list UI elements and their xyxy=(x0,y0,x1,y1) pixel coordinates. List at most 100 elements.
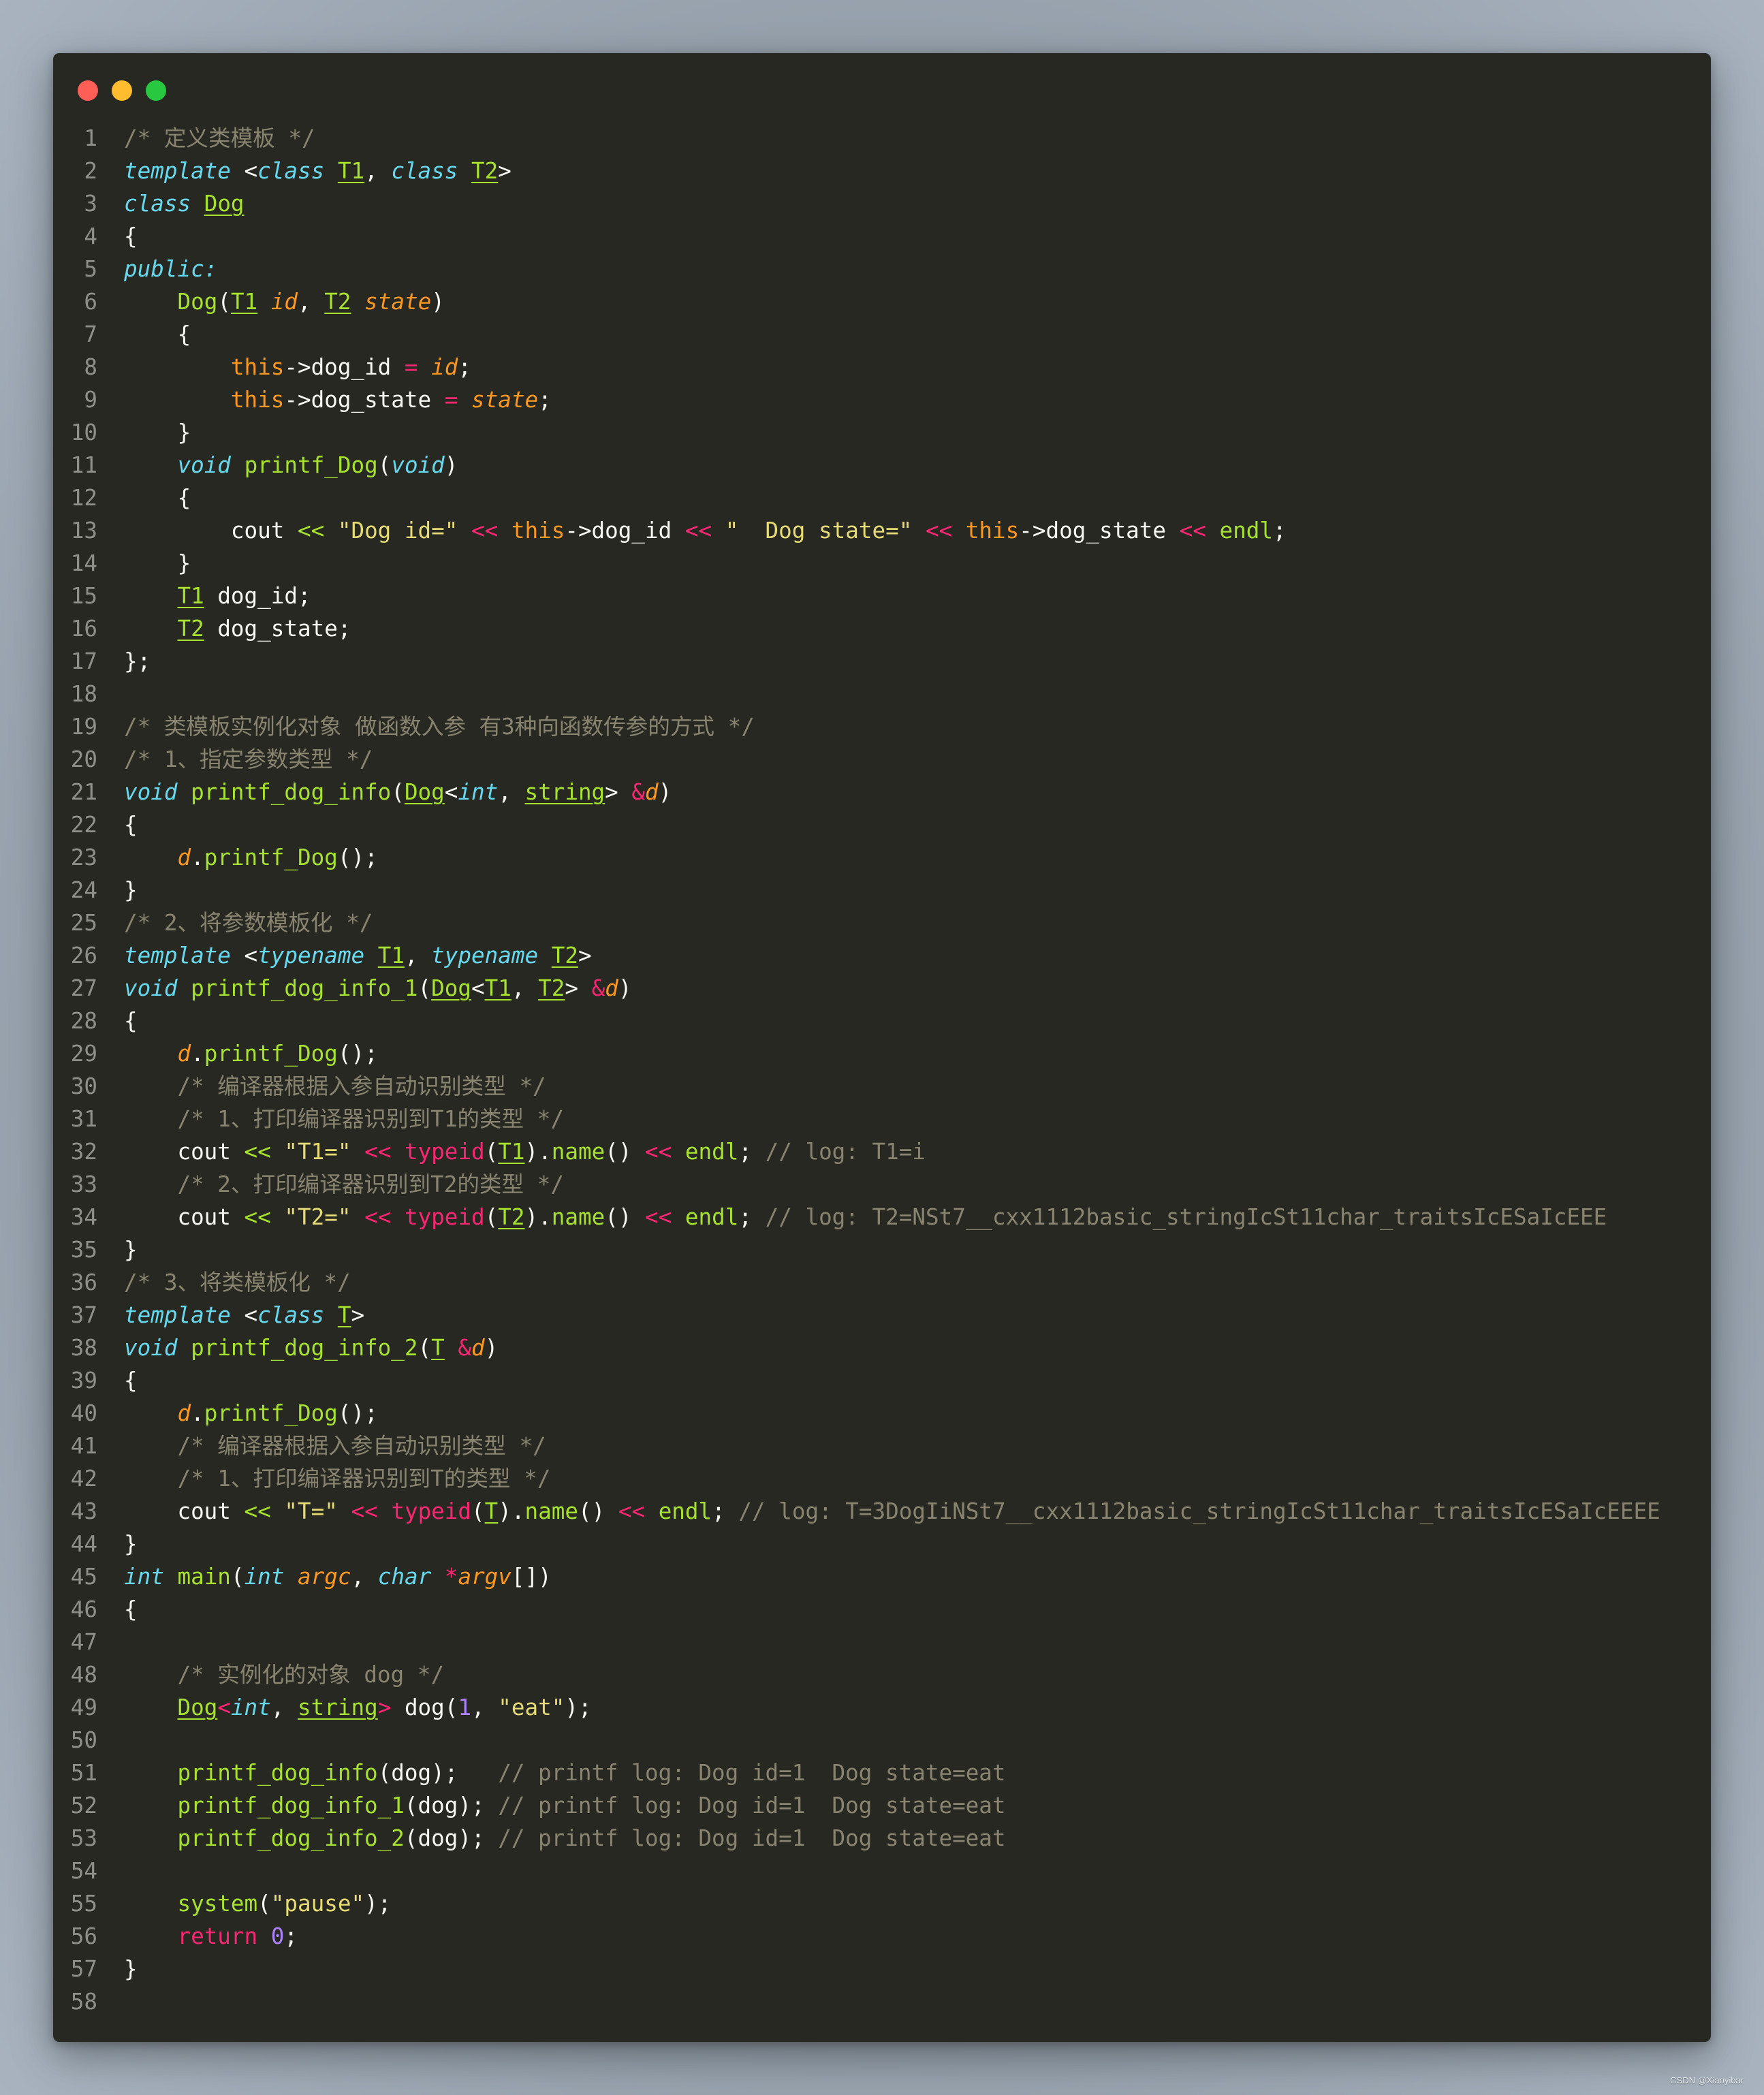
code-token: T2 xyxy=(324,289,351,315)
line-source: { xyxy=(124,1593,138,1626)
line-number: 21 xyxy=(70,779,97,805)
code-token: template xyxy=(124,158,231,184)
code-line: 3 class Dog xyxy=(53,187,1711,220)
code-token: (dog); xyxy=(404,1793,499,1818)
code-line: 32 cout << "T1=" << typeid(T1).name() <<… xyxy=(53,1135,1711,1168)
line-number: 32 xyxy=(70,1139,97,1165)
line-source: /* 2、打印编译器识别到T2的类型 */ xyxy=(124,1168,563,1201)
line-number: 12 xyxy=(70,485,97,511)
code-token: int xyxy=(230,1695,271,1720)
code-token: name xyxy=(551,1139,605,1165)
code-token: printf_Dog xyxy=(204,1041,338,1067)
code-token: ). xyxy=(524,1139,552,1165)
code-line: 22 { xyxy=(53,808,1711,841)
code-token: , xyxy=(351,1564,378,1590)
code-token: printf_Dog xyxy=(204,845,338,870)
code-token: class xyxy=(391,158,458,184)
line-number: 29 xyxy=(70,1041,97,1067)
line-number: 41 xyxy=(70,1433,97,1459)
code-token: printf_dog_info xyxy=(191,779,392,805)
line-number: 50 xyxy=(70,1727,97,1753)
line-number: 9 xyxy=(84,387,97,413)
code-token: T2 xyxy=(498,1204,525,1230)
code-token: /* 实例化的对象 dog */ xyxy=(177,1662,445,1688)
code-token: Dog xyxy=(177,289,218,315)
code-line: 33 /* 2、打印编译器识别到T2的类型 */ xyxy=(53,1168,1711,1201)
code-token: d xyxy=(605,975,618,1001)
code-line: 39 { xyxy=(53,1364,1711,1397)
code-token: "Dog id=" xyxy=(337,518,458,544)
code-token: // log: T=3DogIiNSt7__cxx1112basic_strin… xyxy=(738,1498,1660,1524)
line-source: } xyxy=(124,1233,138,1266)
code-token: class xyxy=(257,1302,325,1328)
code-line: 21 void printf_dog_info(Dog<int, string> … xyxy=(53,776,1711,808)
maximize-button[interactable] xyxy=(146,80,166,101)
line-number: 30 xyxy=(70,1073,97,1099)
minimize-button[interactable] xyxy=(112,80,132,101)
line-source: /* 2、将参数模板化 */ xyxy=(124,907,373,939)
code-line: 55 system("pause"); xyxy=(53,1887,1711,1920)
code-token: int xyxy=(458,779,499,805)
code-token: ; xyxy=(712,1498,739,1524)
code-token: dog( xyxy=(391,1695,458,1720)
code-token: << xyxy=(244,1139,271,1165)
code-token: { xyxy=(124,321,191,347)
line-number: 22 xyxy=(70,812,97,838)
line-source: /* 1、打印编译器识别到T的类型 */ xyxy=(124,1462,550,1495)
code-token: class xyxy=(257,158,325,184)
code-token: < xyxy=(230,158,258,184)
line-number: 25 xyxy=(70,910,97,936)
code-token: << xyxy=(351,1498,378,1524)
line-number: 55 xyxy=(70,1891,97,1917)
code-token: name xyxy=(524,1498,578,1524)
code-token: state xyxy=(364,289,432,315)
code-token: , xyxy=(404,943,432,968)
line-source: d.printf_Dog(); xyxy=(124,1037,377,1070)
code-line: 47 xyxy=(53,1626,1711,1658)
line-number: 10 xyxy=(70,420,97,445)
code-token: /* 编译器根据入参自动识别类型 */ xyxy=(177,1073,546,1099)
window-controls xyxy=(78,80,166,101)
code-line: 18 xyxy=(53,678,1711,710)
code-token: string xyxy=(524,779,605,805)
code-line: 20 /* 1、指定参数类型 */ xyxy=(53,743,1711,776)
code-token: d xyxy=(471,1335,485,1361)
code-token: void xyxy=(124,779,178,805)
code-line: 35} xyxy=(53,1233,1711,1266)
code-line: 6 Dog(T1 id, T2 state) xyxy=(53,285,1711,318)
code-token: void xyxy=(177,452,231,478)
line-source: int main(int argc, char *argv[]) xyxy=(124,1560,552,1593)
line-number: 13 xyxy=(70,518,97,544)
code-token: > xyxy=(578,943,592,968)
line-source: /* 编译器根据入参自动识别类型 */ xyxy=(124,1070,546,1103)
close-button[interactable] xyxy=(78,80,98,101)
line-source: Dog<int, string> dog(1, "eat"); xyxy=(124,1691,591,1724)
code-token: void xyxy=(124,975,178,1001)
line-source: template <typename T1, typename T2> xyxy=(124,939,592,972)
code-token: "eat" xyxy=(498,1695,565,1720)
code-token: ( xyxy=(471,1498,485,1524)
line-number: 45 xyxy=(70,1564,97,1590)
code-line: 1 /* 定义类模板 */ xyxy=(53,122,1711,155)
line-source: printf_dog_info_2(dog); // printf log: D… xyxy=(124,1822,1005,1855)
line-source: { xyxy=(124,1005,138,1037)
code-token: endl xyxy=(1219,518,1273,544)
code-token: /* 1、打印编译器识别到T的类型 */ xyxy=(177,1466,551,1492)
